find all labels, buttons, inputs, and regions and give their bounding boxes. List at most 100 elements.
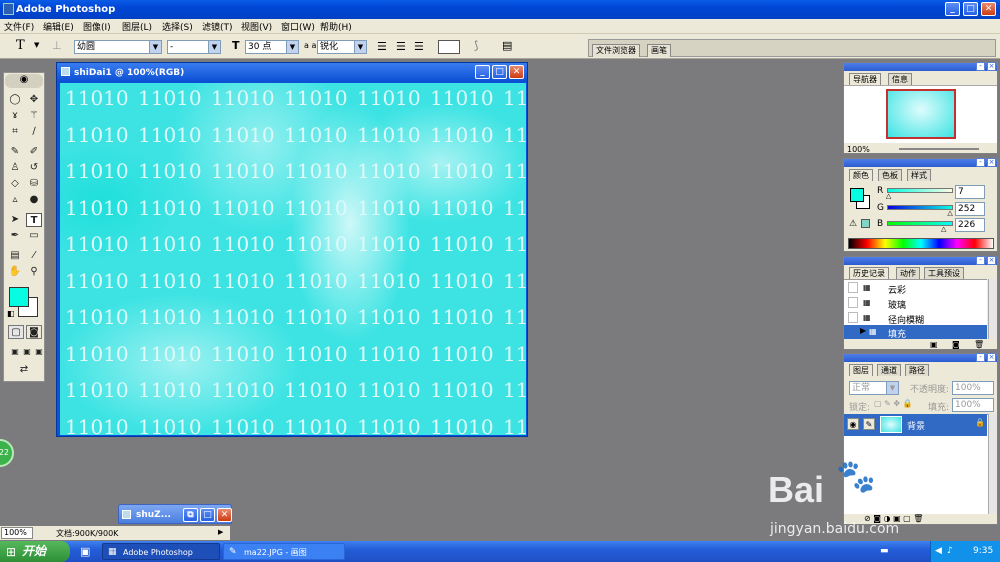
notes-tool-icon[interactable]: ▤ bbox=[7, 249, 23, 263]
palettes-icon[interactable]: ▤ bbox=[502, 39, 512, 52]
align-right-icon[interactable]: ☰ bbox=[414, 40, 424, 53]
panel-header[interactable]: - × bbox=[844, 256, 997, 265]
menu-help[interactable]: 帮助(H) bbox=[320, 20, 352, 33]
type-tool-icon[interactable]: T bbox=[16, 38, 25, 53]
text-orientation-icon[interactable]: ⊥ bbox=[52, 39, 62, 52]
panel-close-button[interactable]: × bbox=[987, 158, 996, 167]
volume-icon[interactable]: ♪ bbox=[947, 541, 953, 562]
panel-minimize-button[interactable]: - bbox=[976, 62, 985, 71]
panel-header[interactable]: - × bbox=[844, 62, 997, 71]
channel-b-input[interactable]: 226 bbox=[955, 218, 985, 232]
font-size-select[interactable]: 30 点 ▼ bbox=[245, 40, 299, 54]
keyboard-icon[interactable]: ▬ bbox=[880, 546, 889, 556]
panel-minimize-button[interactable]: - bbox=[976, 158, 985, 167]
doc-close-button[interactable]: ✕ bbox=[509, 65, 524, 79]
blur-tool-icon[interactable]: ▵ bbox=[7, 193, 23, 207]
slice-tool-icon[interactable]: ∕ bbox=[26, 125, 42, 139]
tool-preset-arrow-icon[interactable]: ▼ bbox=[34, 41, 39, 49]
dodge-tool-icon[interactable]: ● bbox=[26, 193, 42, 207]
channel-g-slider[interactable] bbox=[887, 205, 953, 210]
history-brush-icon[interactable]: ↺ bbox=[26, 161, 42, 175]
new-snapshot-icon[interactable]: ◙ bbox=[952, 340, 960, 349]
color-ramp[interactable] bbox=[848, 238, 994, 249]
magic-wand-tool-icon[interactable]: ⚚ bbox=[26, 109, 42, 123]
navigator-zoom-slider[interactable] bbox=[899, 148, 979, 150]
channel-r-input[interactable]: 7 bbox=[955, 185, 985, 199]
menu-window[interactable]: 窗口(W) bbox=[281, 20, 315, 33]
tab-tool-presets[interactable]: 工具预设 bbox=[924, 267, 964, 279]
tab-styles[interactable]: 样式 bbox=[907, 169, 931, 181]
tab-history[interactable]: 历史记录 bbox=[849, 267, 889, 279]
menu-image[interactable]: 图像(I) bbox=[83, 20, 111, 33]
navigator-zoom-value[interactable]: 100% bbox=[847, 145, 870, 154]
image-canvas[interactable]: 11010 11010 11010 11010 11010 11010 11010 11010… bbox=[60, 83, 526, 435]
crop-tool-icon[interactable]: ⌗ bbox=[7, 125, 23, 139]
tab-navigator[interactable]: 导航器 bbox=[849, 73, 881, 85]
clone-stamp-icon[interactable]: ♙ bbox=[7, 161, 23, 175]
tab-color[interactable]: 颜色 bbox=[849, 169, 873, 181]
panel-close-button[interactable]: × bbox=[987, 256, 996, 265]
gamut-warning-icon[interactable]: ⚠ bbox=[849, 219, 857, 229]
font-family-select[interactable]: 幼圆 ▼ bbox=[74, 40, 162, 54]
taskbar-item-photoshop[interactable]: ▦ Adobe Photoshop bbox=[102, 543, 220, 560]
menu-filter[interactable]: 滤镜(T) bbox=[202, 20, 233, 33]
shape-tool-icon[interactable]: ▭ bbox=[26, 229, 42, 243]
title-bar[interactable]: Adobe Photoshop _ □ ✕ bbox=[0, 0, 1000, 19]
warp-text-icon[interactable]: ⟆ bbox=[474, 39, 478, 52]
zoom-tool-icon[interactable]: ⚲ bbox=[26, 265, 42, 279]
navigator-thumbnail[interactable] bbox=[886, 89, 956, 139]
taskbar-item-paint[interactable]: ✎ ma22.JPG - 画图 bbox=[223, 543, 345, 560]
restore-button[interactable]: □ bbox=[963, 2, 978, 16]
blend-mode-select[interactable]: 正常 ▼ bbox=[849, 381, 899, 395]
mini-maximize-button[interactable]: □ bbox=[200, 508, 215, 522]
history-item[interactable]: ▦ 玻璃 bbox=[844, 296, 987, 311]
document-window[interactable]: shiDai1 @ 100%(RGB) _ □ ✕ 11010 11010 1101… bbox=[56, 62, 528, 437]
mini-close-button[interactable]: ✕ bbox=[217, 508, 232, 522]
antialias-select[interactable]: 锐化 ▼ bbox=[317, 40, 367, 54]
panel-close-button[interactable]: × bbox=[987, 62, 996, 71]
pen-tool-icon[interactable]: ✒ bbox=[7, 229, 23, 243]
tab-file-browser[interactable]: 文件浏览器 bbox=[592, 44, 640, 57]
channel-g-input[interactable]: 252 bbox=[955, 202, 985, 216]
history-scrollbar[interactable] bbox=[988, 279, 997, 339]
tab-actions[interactable]: 动作 bbox=[896, 267, 920, 279]
color-fg-swatch[interactable] bbox=[850, 188, 864, 202]
menu-edit[interactable]: 编辑(E) bbox=[43, 20, 74, 33]
tab-paths[interactable]: 路径 bbox=[905, 364, 929, 376]
tab-swatches[interactable]: 色板 bbox=[878, 169, 902, 181]
new-document-icon[interactable]: ▣ bbox=[930, 340, 938, 349]
doc-minimize-button[interactable]: _ bbox=[475, 65, 490, 79]
align-center-icon[interactable]: ☰ bbox=[396, 40, 406, 53]
lasso-tool-icon[interactable]: ɤ bbox=[7, 109, 23, 123]
doc-maximize-button[interactable]: □ bbox=[492, 65, 507, 79]
font-style-select[interactable]: - ▼ bbox=[167, 40, 221, 54]
menu-layer[interactable]: 图层(L) bbox=[122, 20, 152, 33]
channel-g-thumb-icon[interactable]: △ bbox=[947, 209, 952, 217]
tab-brushes[interactable]: 画笔 bbox=[647, 44, 671, 57]
zoom-level-field[interactable]: 100% bbox=[1, 527, 33, 539]
visibility-eye-icon[interactable]: ◉ bbox=[847, 418, 859, 430]
eyedropper-icon[interactable]: ⁄ bbox=[26, 249, 42, 263]
marquee-tool-icon[interactable]: ◯ bbox=[7, 93, 23, 107]
history-item[interactable]: ▦ 云彩 bbox=[844, 281, 987, 296]
history-item-selected[interactable]: ▶ ▦ 填充 bbox=[844, 325, 987, 340]
channel-r-thumb-icon[interactable]: △ bbox=[886, 192, 891, 200]
status-menu-arrow-icon[interactable]: ▶ bbox=[218, 528, 223, 536]
quickmask-mode-icon[interactable]: ◙ bbox=[26, 325, 42, 339]
channel-b-thumb-icon[interactable]: △ bbox=[941, 225, 946, 233]
lock-icons[interactable]: ▢ ✎ ✥ 🔒 bbox=[874, 399, 913, 408]
healing-brush-icon[interactable]: ✎ bbox=[7, 145, 23, 159]
panel-minimize-button[interactable]: - bbox=[976, 256, 985, 265]
panel-header[interactable]: - × bbox=[844, 158, 997, 167]
gamut-swatch[interactable] bbox=[861, 219, 870, 228]
panel-header[interactable]: - × bbox=[844, 353, 997, 362]
fill-input[interactable]: 100% bbox=[952, 398, 994, 412]
menu-file[interactable]: 文件(F) bbox=[4, 20, 34, 33]
default-colors-icon[interactable]: ◧ bbox=[7, 309, 15, 318]
hand-tool-icon[interactable]: ✋ bbox=[7, 265, 23, 279]
path-select-icon[interactable]: ➤ bbox=[7, 213, 23, 227]
paint-bucket-icon[interactable]: ⛁ bbox=[26, 177, 42, 191]
minimize-button[interactable]: _ bbox=[945, 2, 960, 16]
text-color-swatch[interactable] bbox=[438, 40, 460, 54]
close-button[interactable]: ✕ bbox=[981, 2, 996, 16]
